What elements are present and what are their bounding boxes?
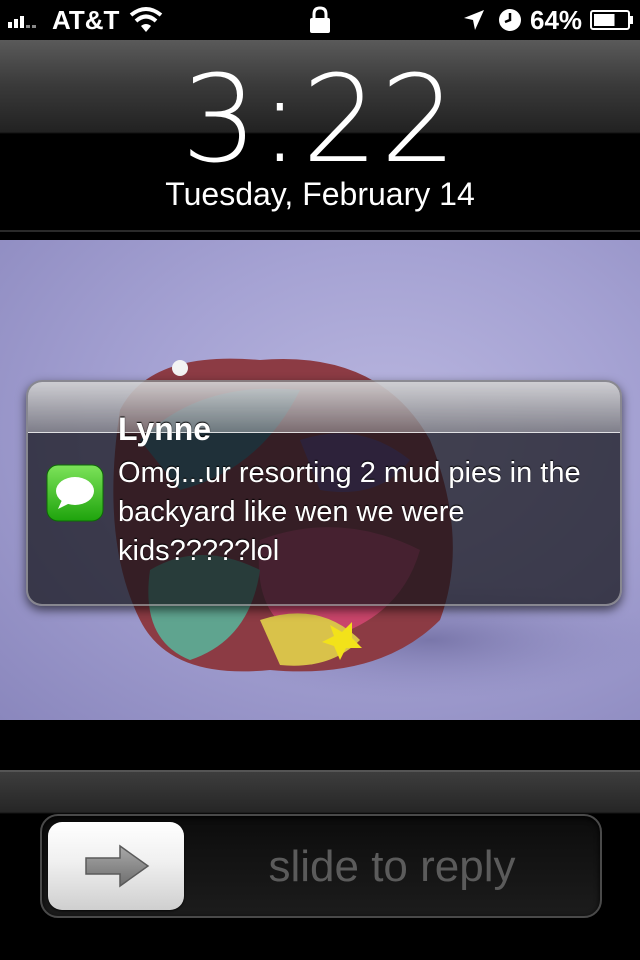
arrow-right-icon xyxy=(85,844,150,888)
slider-knob[interactable] xyxy=(48,822,184,910)
notification-message: Omg...ur resorting 2 mud pies in the bac… xyxy=(118,457,581,567)
slider-panel: slide to reply xyxy=(0,770,640,960)
lock-screen: AT&T 64% 3:22 Tuesday, February 14 Lynne… xyxy=(0,0,640,960)
carrier-name: AT&T xyxy=(52,5,120,35)
battery-percent: 64% xyxy=(530,5,583,35)
lock-time: 3:22 xyxy=(181,51,459,190)
slide-to-reply-track[interactable]: slide to reply xyxy=(40,814,602,918)
messages-icon xyxy=(46,464,104,522)
lock-icon xyxy=(310,6,330,33)
message-notification[interactable]: Lynne Omg...ur resorting 2 mud pies in t… xyxy=(26,380,622,606)
clock-icon xyxy=(499,9,521,31)
notification-sender: Lynne xyxy=(118,411,212,447)
slider-label: slide to reply xyxy=(268,842,516,891)
location-icon xyxy=(464,10,484,30)
lock-date: Tuesday, February 14 xyxy=(165,176,475,212)
clock-panel: 3:22 Tuesday, February 14 xyxy=(0,40,640,232)
status-bar: AT&T 64% xyxy=(0,0,640,40)
signal-icon xyxy=(8,16,36,28)
wifi-icon xyxy=(129,7,163,32)
battery-icon xyxy=(590,10,633,30)
